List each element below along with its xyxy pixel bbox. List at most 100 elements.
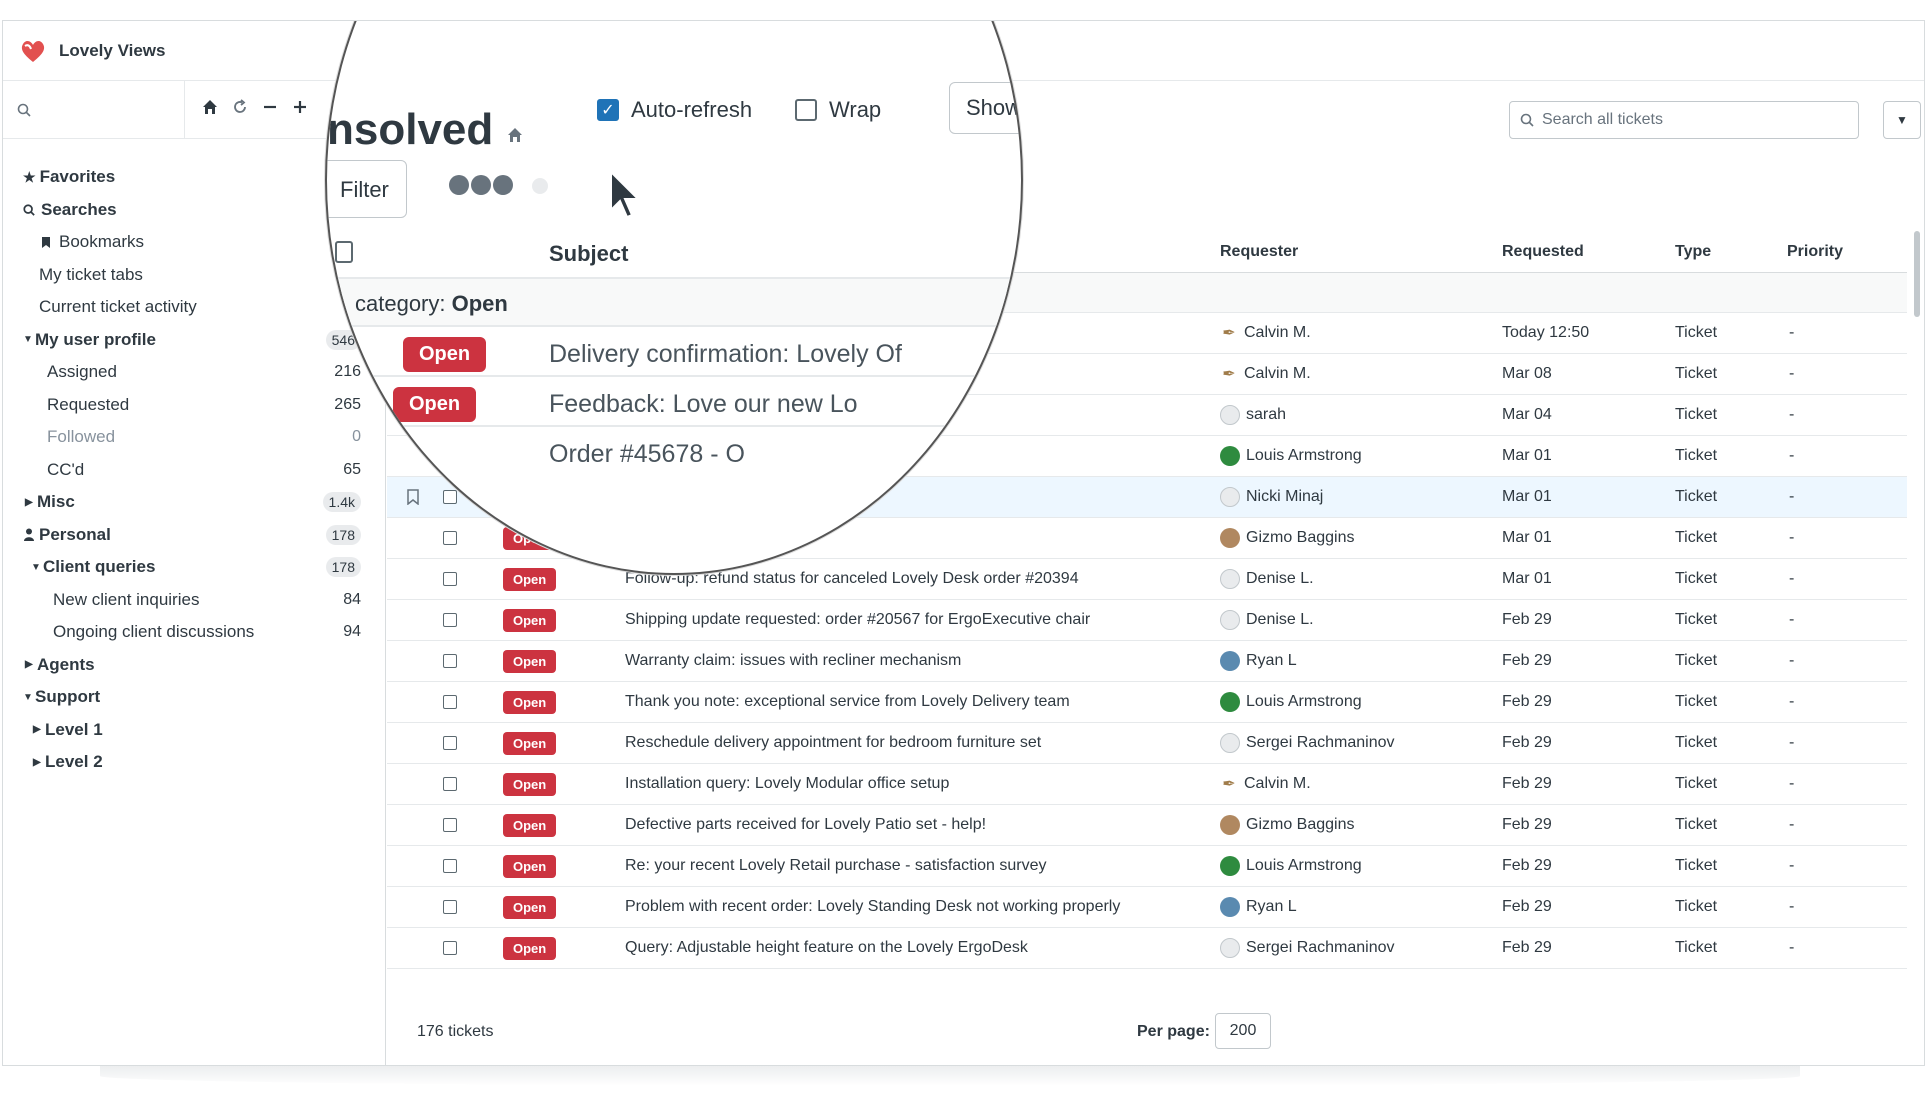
sidebar-item-support[interactable]: ▼ Support [3,681,385,714]
row-checkbox[interactable] [443,818,457,832]
collapse-icon[interactable] [261,98,279,122]
home-icon[interactable] [201,98,219,122]
requester[interactable]: Ryan L [1220,897,1297,917]
avatar [1220,651,1240,671]
caret-right-icon[interactable]: ▶ [25,497,37,508]
row-checkbox[interactable] [443,613,457,627]
ticket-subject[interactable]: Defective parts received for Lovely Pati… [625,816,986,834]
ticket-subject[interactable]: Query: Adjustable height feature on the … [625,939,1028,957]
ticket-subject[interactable]: Order #45678 - O [549,440,745,469]
row-checkbox[interactable] [443,654,457,668]
ticket-subject[interactable]: Delivery confirmation: Lovely Of [549,340,902,369]
sidebar-item-ongoing-client-discussions[interactable]: Ongoing client discussions 94 [3,616,385,649]
wrap-checkbox[interactable]: Wrap [795,97,881,123]
row-checkbox[interactable] [443,859,457,873]
options-dropdown-button[interactable]: ▼ [1883,101,1921,139]
row-checkbox[interactable] [443,900,457,914]
requester[interactable]: Sergei Rachmaninov [1220,938,1395,958]
auto-refresh-checkbox[interactable]: ✓ Auto-refresh [597,97,752,123]
table-row-partial [387,969,1907,985]
header-requested[interactable]: Requested [1502,243,1584,261]
requester[interactable]: Sergei Rachmaninov [1220,733,1395,753]
per-page-select[interactable]: 200 [1215,1013,1271,1049]
caret-right-icon[interactable]: ▶ [33,724,45,735]
caret-down-icon[interactable]: ▼ [23,692,35,703]
requester[interactable]: ✒ Calvin M. [1220,364,1310,384]
table-row[interactable]: Open Warranty claim: issues with recliner… [387,641,1907,682]
show-button[interactable]: Show [949,82,1021,134]
ticket-priority: - [1789,488,1795,505]
ticket-subject[interactable]: Warranty claim: issues with recliner mec… [625,652,961,670]
avatar [1220,569,1240,589]
sidebar-item-agents[interactable]: ▶ Agents [3,649,385,682]
requested-date: Feb 29 [1502,898,1552,915]
header-priority[interactable]: Priority [1787,243,1843,261]
view-title: nsolved [327,105,524,155]
requester[interactable]: Louis Armstrong [1220,692,1362,712]
filter-button[interactable]: Filter [327,160,407,218]
status-badge: Open [503,609,557,632]
requested-date: Mar 01 [1502,529,1552,546]
sidebar-item-level-2[interactable]: ▶ Level 2 [3,746,385,779]
requester[interactable]: ✒ Calvin M. [1220,774,1310,794]
search-icon [1520,113,1534,127]
requester[interactable]: ✒ Calvin M. [1220,323,1310,343]
header-requester[interactable]: Requester [1220,243,1298,261]
requester[interactable]: Gizmo Baggins [1220,815,1355,835]
status-badge: Open [503,732,557,755]
row-checkbox[interactable] [443,777,457,791]
requester[interactable]: Louis Armstrong [1220,856,1362,876]
row-checkbox[interactable] [443,572,457,586]
ticket-priority: - [1789,447,1795,464]
table-row[interactable]: Open Reschedule delivery appointment for … [387,723,1907,764]
per-page-value: 200 [1229,1022,1257,1039]
sidebar-item-new-client-inquiries[interactable]: New client inquiries 84 [3,584,385,617]
table-row[interactable]: Open Query: Adjustable height feature on … [387,928,1907,969]
requester[interactable]: Nicki Minaj [1220,487,1323,507]
caret-down-icon[interactable]: ▼ [31,562,43,573]
ticket-subject[interactable]: Feedback: Love our new Lo [549,390,858,419]
ticket-type: Ticket [1675,816,1718,833]
header-subject[interactable]: Subject [549,241,628,267]
status-badge: Open [503,773,557,796]
requester[interactable]: Gizmo Baggins [1220,528,1355,548]
requester[interactable]: Louis Armstrong [1220,446,1362,466]
requester[interactable]: Denise L. [1220,569,1314,589]
select-all-checkbox[interactable] [335,241,353,263]
home-icon[interactable] [506,126,524,144]
ticket-subject[interactable]: Reschedule delivery appointment for bedr… [625,734,1041,752]
sidebar-search-input[interactable] [3,81,185,138]
row-checkbox[interactable] [443,695,457,709]
search-all-tickets-input[interactable]: Search all tickets [1509,101,1859,139]
count: 94 [343,623,361,641]
divider [327,425,1021,427]
caret-right-icon[interactable]: ▶ [33,757,45,768]
ticket-subject[interactable]: Re: your recent Lovely Retail purchase -… [625,857,1047,875]
table-row[interactable]: Open Shipping update requested: order #20… [387,600,1907,641]
avatar [1220,815,1240,835]
ticket-subject[interactable]: Problem with recent order: Lovely Standi… [625,898,1120,916]
per-page-label: Per page: [1137,1023,1210,1040]
checkmark-icon: ✓ [597,99,619,121]
caret-right-icon[interactable]: ▶ [25,659,37,670]
requested-date: Feb 29 [1502,693,1552,710]
requester[interactable]: Denise L. [1220,610,1314,630]
expand-icon[interactable] [291,98,309,122]
header-type[interactable]: Type [1675,243,1711,261]
table-row[interactable]: Open Defective parts received for Lovely … [387,805,1907,846]
table-row[interactable]: Open Thank you note: exceptional service … [387,682,1907,723]
requester[interactable]: sarah [1220,405,1286,425]
row-checkbox[interactable] [443,736,457,750]
table-row[interactable]: Open Re: your recent Lovely Retail purcha… [387,846,1907,887]
ticket-subject[interactable]: Shipping update requested: order #20567 … [625,611,1090,629]
ticket-subject[interactable]: Thank you note: exceptional service from… [625,693,1070,711]
scrollbar[interactable] [1914,231,1920,317]
table-row[interactable]: Open Problem with recent order: Lovely St… [387,887,1907,928]
table-row[interactable]: Open Installation query: Lovely Modular o… [387,764,1907,805]
row-checkbox[interactable] [443,941,457,955]
refresh-icon[interactable] [231,98,249,122]
sidebar-item-level-1[interactable]: ▶ Level 1 [3,714,385,747]
caret-down-icon[interactable]: ▼ [23,334,35,345]
ticket-subject[interactable]: Installation query: Lovely Modular offic… [625,775,949,793]
requester[interactable]: Ryan L [1220,651,1297,671]
